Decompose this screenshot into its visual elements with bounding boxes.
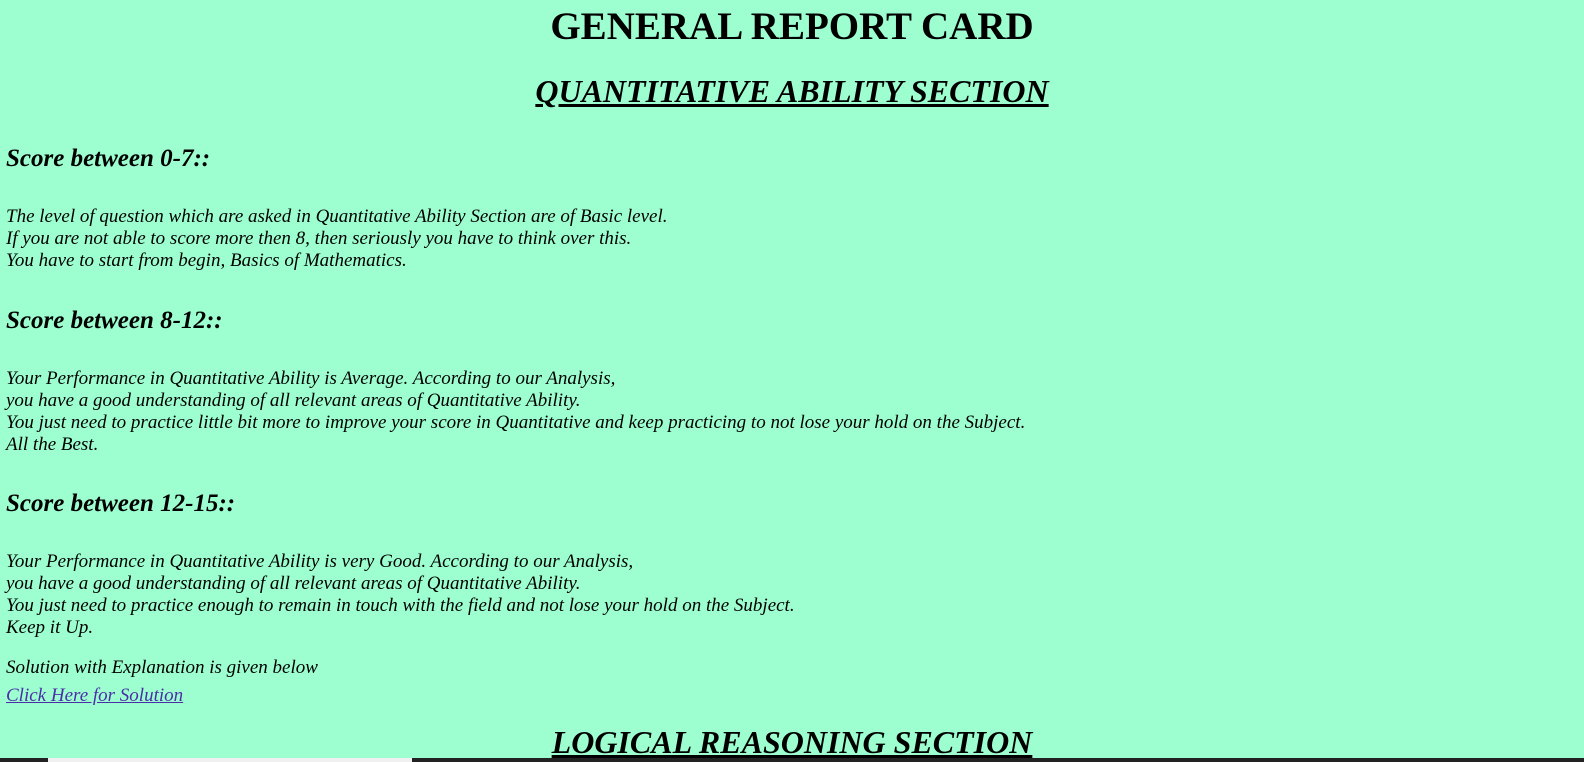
- text-line: All the Best.: [6, 434, 99, 455]
- text-line: You have to start from begin, Basics of …: [6, 250, 407, 271]
- text-line: Keep it Up.: [6, 617, 94, 638]
- score-text-12-15: Your Performance in Quantitative Ability…: [6, 551, 795, 639]
- score-text-8-12: Your Performance in Quantitative Ability…: [6, 368, 1025, 456]
- logical-section-title: LOGICAL REASONING SECTION: [551, 724, 1033, 760]
- text-line: The level of question which are asked in…: [6, 206, 668, 227]
- text-line: Your Performance in Quantitative Ability…: [6, 368, 616, 389]
- solution-note: Solution with Explanation is given below: [6, 657, 318, 678]
- horizontal-scrollbar-thumb[interactable]: [48, 758, 412, 762]
- quant-section-title: QUANTITATIVE ABILITY SECTION: [535, 73, 1049, 109]
- text-line: you have a good understanding of all rel…: [6, 390, 581, 411]
- text-line: If you are not able to score more then 8…: [6, 228, 632, 249]
- page-title: GENERAL REPORT CARD: [550, 5, 1034, 48]
- score-heading-12-15: Score between 12-15::: [6, 490, 236, 517]
- solution-link[interactable]: Click Here for Solution: [6, 685, 183, 707]
- score-heading-8-12: Score between 8-12::: [6, 307, 223, 334]
- text-line: you have a good understanding of all rel…: [6, 573, 581, 594]
- text-line: Your Performance in Quantitative Ability…: [6, 551, 634, 572]
- text-line: You just need to practice little bit mor…: [6, 412, 1026, 433]
- score-heading-0-7: Score between 0-7::: [6, 145, 211, 172]
- text-line: You just need to practice enough to rema…: [6, 595, 795, 616]
- score-text-0-7: The level of question which are asked in…: [6, 206, 668, 272]
